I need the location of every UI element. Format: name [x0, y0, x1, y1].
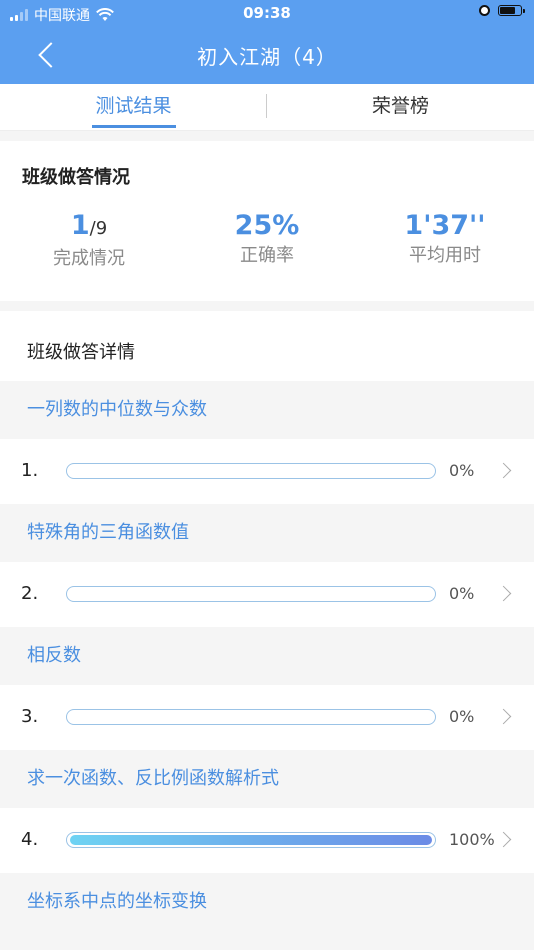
tab-honor-roll[interactable]: 荣誉榜: [267, 84, 534, 130]
status-bar: 中国联通 09:38: [0, 0, 534, 28]
avg-time-value: 1'37'': [404, 210, 486, 241]
row-percent: 0%: [449, 461, 475, 480]
page-title: 初入江湖（4）: [197, 45, 337, 69]
topic-header: 特殊角的三角函数值: [0, 504, 534, 562]
row-index: 1.: [21, 460, 39, 481]
topic-list: 一列数的中位数与众数 1. 0% 特殊角的三角函数值 2. 0% 相反数 3. …: [0, 381, 534, 931]
row-index: 3.: [21, 706, 39, 727]
progress-fill: [70, 835, 432, 845]
progress-bar: [66, 463, 436, 479]
topic-row[interactable]: 1. 0%: [0, 439, 534, 504]
topic-row[interactable]: 2. 0%: [0, 562, 534, 627]
accuracy-label: 正确率: [240, 245, 294, 266]
stat-completion: 1/9 完成情况: [0, 211, 178, 270]
chevron-right-icon: [498, 831, 514, 847]
topic-row[interactable]: 3. 0%: [0, 685, 534, 750]
chevron-right-icon: [498, 708, 514, 724]
accuracy-value: 25%: [234, 210, 300, 241]
completion-total: /9: [89, 218, 108, 239]
battery-level: [500, 7, 515, 14]
row-percent: 0%: [449, 707, 475, 726]
tab-test-results[interactable]: 测试结果: [0, 84, 267, 130]
status-right: [479, 5, 525, 16]
topic-header: 坐标系中点的坐标变换: [0, 873, 534, 931]
alarm-icon: [479, 5, 490, 16]
app-header: 中国联通 09:38 初入江湖（4）: [0, 0, 534, 84]
row-index: 2.: [21, 583, 39, 604]
topic-header: 一列数的中位数与众数: [0, 381, 534, 439]
tab-divider: [266, 94, 267, 118]
progress-bar: [66, 832, 436, 848]
row-percent: 0%: [449, 584, 475, 603]
topic-header: 求一次函数、反比例函数解析式: [0, 750, 534, 808]
tab-bar: 测试结果 荣誉榜: [0, 84, 534, 131]
topic-header: 相反数: [0, 627, 534, 685]
row-percent: 100%: [449, 830, 495, 849]
row-index: 4.: [21, 829, 39, 850]
detail-title: 班级做答详情: [27, 342, 135, 363]
chevron-right-icon: [498, 462, 514, 478]
stat-accuracy: 25% 正确率: [178, 211, 356, 270]
avg-time-label: 平均用时: [409, 245, 481, 266]
topic-row[interactable]: 4. 100%: [0, 808, 534, 873]
class-summary-card: 班级做答情况 1/9 完成情况 25% 正确率 1'37'' 平均用时: [0, 141, 534, 301]
summary-title: 班级做答情况: [22, 167, 130, 188]
title-bar: 初入江湖（4）: [0, 28, 534, 84]
stat-avg-time: 1'37'' 平均用时: [356, 211, 534, 270]
detail-header: 班级做答详情: [0, 311, 534, 381]
chevron-right-icon: [498, 585, 514, 601]
summary-stats: 1/9 完成情况 25% 正确率 1'37'' 平均用时: [0, 211, 534, 270]
completion-label: 完成情况: [53, 248, 125, 269]
status-time: 09:38: [243, 4, 291, 22]
completion-done: 1: [70, 210, 90, 241]
completion-value: 1/9: [0, 211, 178, 244]
progress-bar: [66, 709, 436, 725]
battery-icon: [498, 5, 525, 16]
progress-bar: [66, 586, 436, 602]
